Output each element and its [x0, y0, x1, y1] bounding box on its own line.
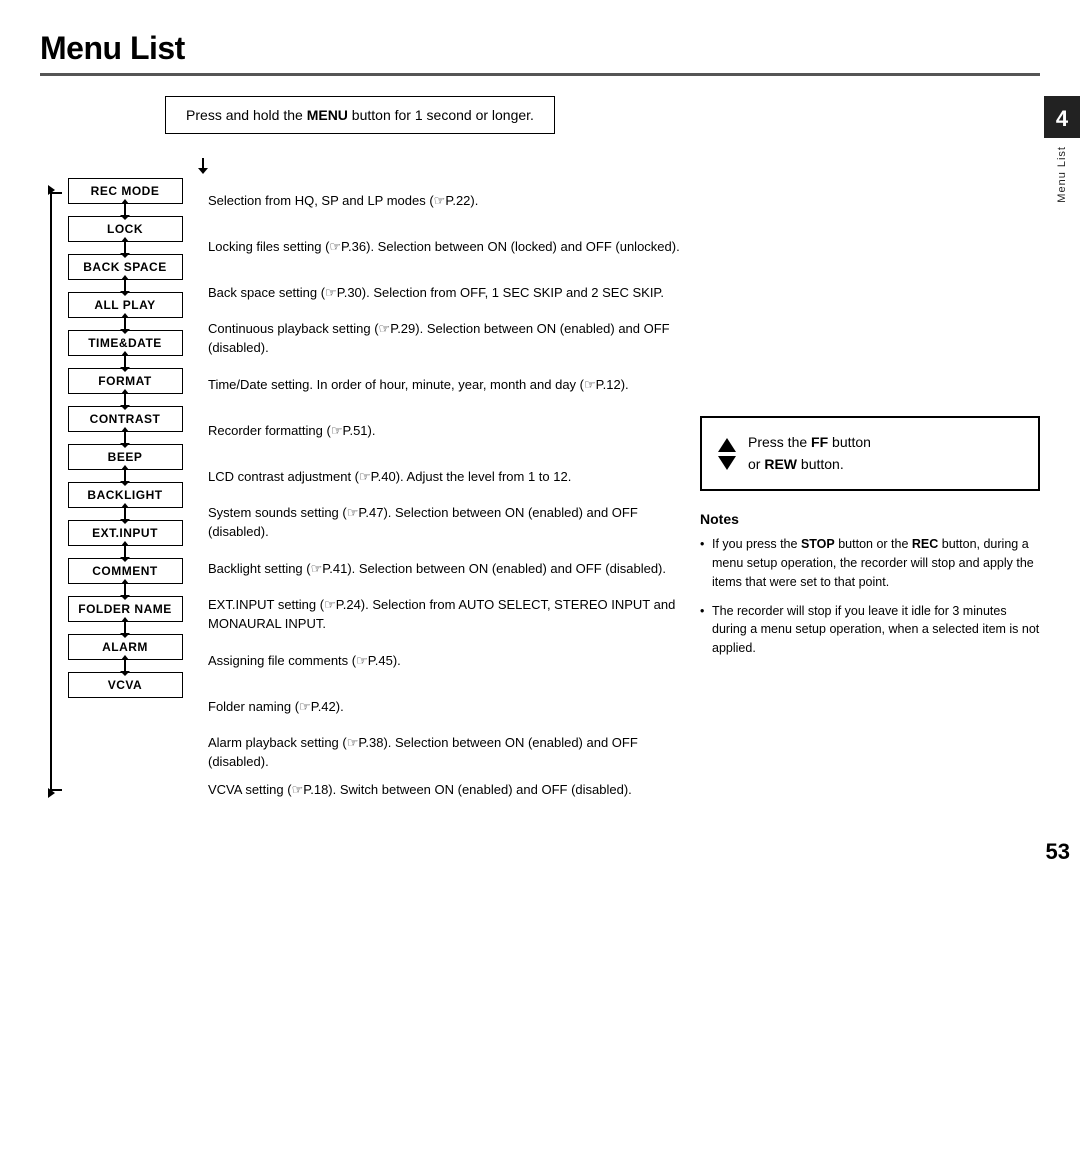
arrow-connector-0 — [124, 204, 126, 216]
arrow-connector-10 — [124, 584, 126, 596]
desc-rec-mode: Selection from HQ, SP and LP modes (☞P.2… — [208, 178, 680, 224]
desc-all-play: Continuous playback setting (☞P.29). Sel… — [208, 316, 680, 362]
arrow-connector-4 — [124, 356, 126, 368]
notes-list: If you press the STOP button or the REC … — [700, 535, 1040, 658]
desc-lock: Locking files setting (☞P.36). Selection… — [208, 224, 680, 270]
chapter-label: Menu List — [1056, 146, 1068, 203]
ff-rew-section: Press the FF buttonor REW button. — [700, 416, 1040, 491]
notes-title: Notes — [700, 511, 1040, 527]
arrow-connector-5 — [124, 394, 126, 406]
menu-structure: REC MODELOCKBACK SPACEALL PLAYTIME&DATEF… — [40, 178, 680, 805]
arrow-connector-1 — [124, 242, 126, 254]
menu-bold: MENU — [307, 107, 348, 123]
desc-comment: Assigning file comments (☞P.45). — [208, 638, 680, 684]
desc-vcva: VCVA setting (☞P.18). Switch between ON … — [208, 776, 680, 805]
arrow-up-icon — [718, 438, 736, 452]
arrow-connector-2 — [124, 280, 126, 292]
ff-rew-arrows — [718, 438, 736, 470]
desc-back-space: Back space setting (☞P.30). Selection fr… — [208, 270, 680, 316]
ff-rew-text: Press the FF buttonor REW button. — [748, 432, 871, 475]
page-number: 53 — [1046, 839, 1070, 865]
menu-items-column: REC MODELOCKBACK SPACEALL PLAYTIME&DATEF… — [60, 178, 190, 805]
arrow-connector-8 — [124, 508, 126, 520]
arrow-down-icon — [718, 456, 736, 470]
arrow-connector-9 — [124, 546, 126, 558]
left-bracket — [40, 178, 60, 805]
page-title: Menu List — [40, 30, 1040, 67]
desc-alarm: Alarm playback setting (☞P.38). Selectio… — [208, 730, 680, 776]
desc-backlight: Backlight setting (☞P.41). Selection bet… — [208, 546, 680, 592]
note-item-1: If you press the STOP button or the REC … — [700, 535, 1040, 591]
descriptions-column: Selection from HQ, SP and LP modes (☞P.2… — [190, 178, 680, 805]
desc-beep: System sounds setting (☞P.47). Selection… — [208, 500, 680, 546]
desc-contrast: LCD contrast adjustment (☞P.40). Adjust … — [208, 454, 680, 500]
ff-bold: FF — [811, 434, 828, 450]
arrow-connector-7 — [124, 470, 126, 482]
desc-format: Recorder formatting (☞P.51). — [208, 408, 680, 454]
rew-bold: REW — [764, 456, 797, 472]
desc-ext-input: EXT.INPUT setting (☞P.24). Selection fro… — [208, 592, 680, 638]
note-item-2: The recorder will stop if you leave it i… — [700, 602, 1040, 658]
chapter-number: 4 — [1044, 96, 1080, 138]
notes-section: Notes If you press the STOP button or th… — [700, 511, 1040, 658]
arrow-connector-6 — [124, 432, 126, 444]
arrow-connector-3 — [124, 318, 126, 330]
press-hold-box: Press and hold the MENU button for 1 sec… — [165, 96, 555, 134]
main-content: Press and hold the MENU button for 1 sec… — [40, 96, 1040, 805]
title-divider — [40, 73, 1040, 76]
down-arrow-from-box — [198, 158, 208, 174]
right-column: 4 Menu List Press the FF buttonor REW bu… — [680, 96, 1040, 805]
desc-time-date: Time/Date setting. In order of hour, min… — [208, 362, 680, 408]
arrow-connector-11 — [124, 622, 126, 634]
ff-rew-box: Press the FF buttonor REW button. — [700, 416, 1040, 491]
desc-folder-name: Folder naming (☞P.42). — [208, 684, 680, 730]
arrow-connector-12 — [124, 660, 126, 672]
left-column: Press and hold the MENU button for 1 sec… — [40, 96, 680, 805]
